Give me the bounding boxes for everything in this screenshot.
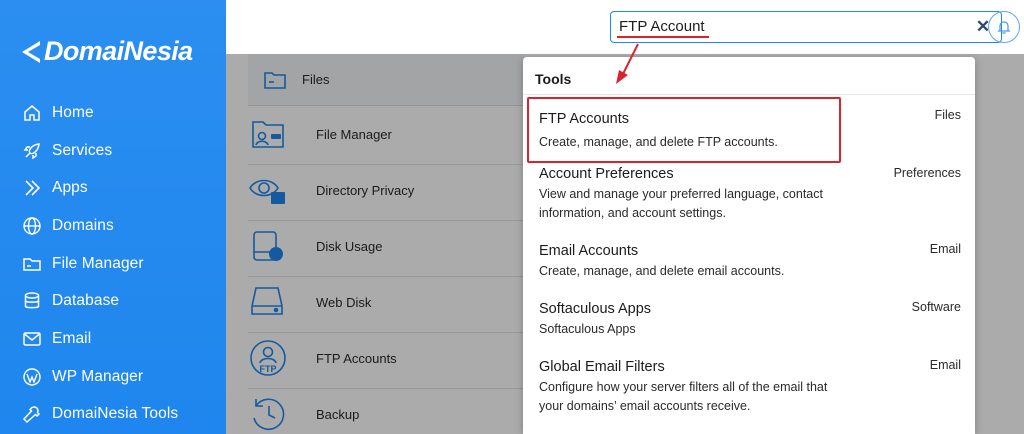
sidebar-item-label: WP Manager bbox=[52, 367, 144, 385]
result-description: Create, manage, and delete email account… bbox=[539, 264, 785, 278]
globe-icon bbox=[23, 217, 41, 235]
search-result-softaculous-apps[interactable]: Softaculous Apps Softaculous Apps Softwa… bbox=[523, 289, 975, 349]
result-category: Preferences bbox=[893, 166, 961, 180]
sidebar-item-label: Database bbox=[52, 292, 120, 310]
sidebar-item-domains[interactable]: Domains bbox=[0, 207, 226, 245]
result-title: Email Accounts bbox=[539, 243, 639, 259]
search-result-global-email-filters[interactable]: Global Email Filters Configure how your … bbox=[523, 349, 975, 429]
sidebar-item-database[interactable]: Database bbox=[0, 282, 226, 320]
search-input[interactable]: FTP Account ✕ bbox=[610, 11, 1002, 43]
search-annotation-underline bbox=[617, 36, 709, 38]
result-description: Softaculous Apps bbox=[539, 322, 636, 336]
result-title: Global Email Filters bbox=[539, 359, 665, 375]
results-header: Tools bbox=[523, 57, 975, 95]
sidebar-item-label: Apps bbox=[52, 179, 88, 197]
sidebar-nav: Home Services Apps Domains File Manager … bbox=[0, 94, 226, 433]
sidebar-item-wp-manager[interactable]: WP Manager bbox=[0, 358, 226, 396]
tools-icon bbox=[22, 406, 41, 424]
folder-icon bbox=[23, 257, 41, 271]
rocket-icon bbox=[23, 142, 40, 159]
annotation-highlight-box bbox=[527, 97, 841, 163]
search-input-value: FTP Account bbox=[619, 18, 705, 35]
wordpress-icon bbox=[23, 367, 41, 386]
brand-name: DomaiNesia bbox=[44, 36, 193, 66]
result-category: Email bbox=[929, 242, 961, 256]
home-icon bbox=[24, 104, 40, 121]
chevrons-right-icon bbox=[25, 180, 41, 196]
result-category: Software bbox=[911, 300, 961, 314]
brand-logo[interactable]: DomaiNesia bbox=[20, 36, 193, 67]
sidebar-item-label: Domains bbox=[52, 216, 114, 234]
annotation-arrow-icon bbox=[616, 43, 639, 84]
sidebar-item-apps[interactable]: Apps bbox=[0, 169, 226, 207]
sidebar-item-domainesia-tools[interactable]: DomaiNesia Tools bbox=[0, 396, 226, 434]
sidebar-item-home[interactable]: Home bbox=[0, 94, 226, 132]
result-title: Softaculous Apps bbox=[539, 301, 652, 317]
database-icon bbox=[24, 292, 40, 309]
bell-icon bbox=[997, 21, 1011, 34]
sidebar-item-label: DomaiNesia Tools bbox=[52, 405, 179, 423]
sidebar-item-file-manager[interactable]: File Manager bbox=[0, 245, 226, 283]
result-category: Email bbox=[929, 358, 961, 372]
sidebar-item-services[interactable]: Services bbox=[0, 132, 226, 170]
result-description: Configure how your server filters all of… bbox=[539, 380, 828, 413]
notifications-button[interactable] bbox=[988, 11, 1020, 43]
sidebar-item-email[interactable]: Email bbox=[0, 320, 226, 358]
sidebar-item-label: Services bbox=[52, 141, 113, 159]
result-description: View and manage your preferred language,… bbox=[539, 187, 823, 220]
mail-icon bbox=[23, 332, 41, 346]
search-result-email-accounts[interactable]: Email Accounts Create, manage, and delet… bbox=[523, 231, 975, 289]
sidebar: DomaiNesia Home Services Apps Domains Fi… bbox=[0, 0, 226, 434]
sidebar-item-label: Home bbox=[52, 103, 94, 121]
logo-mark-icon bbox=[22, 40, 40, 63]
sidebar-item-label: Email bbox=[52, 329, 92, 347]
sidebar-item-label: File Manager bbox=[52, 254, 144, 272]
result-category: Files bbox=[934, 108, 961, 122]
search-result-account-preferences[interactable]: Account Preferences View and manage your… bbox=[523, 153, 975, 231]
